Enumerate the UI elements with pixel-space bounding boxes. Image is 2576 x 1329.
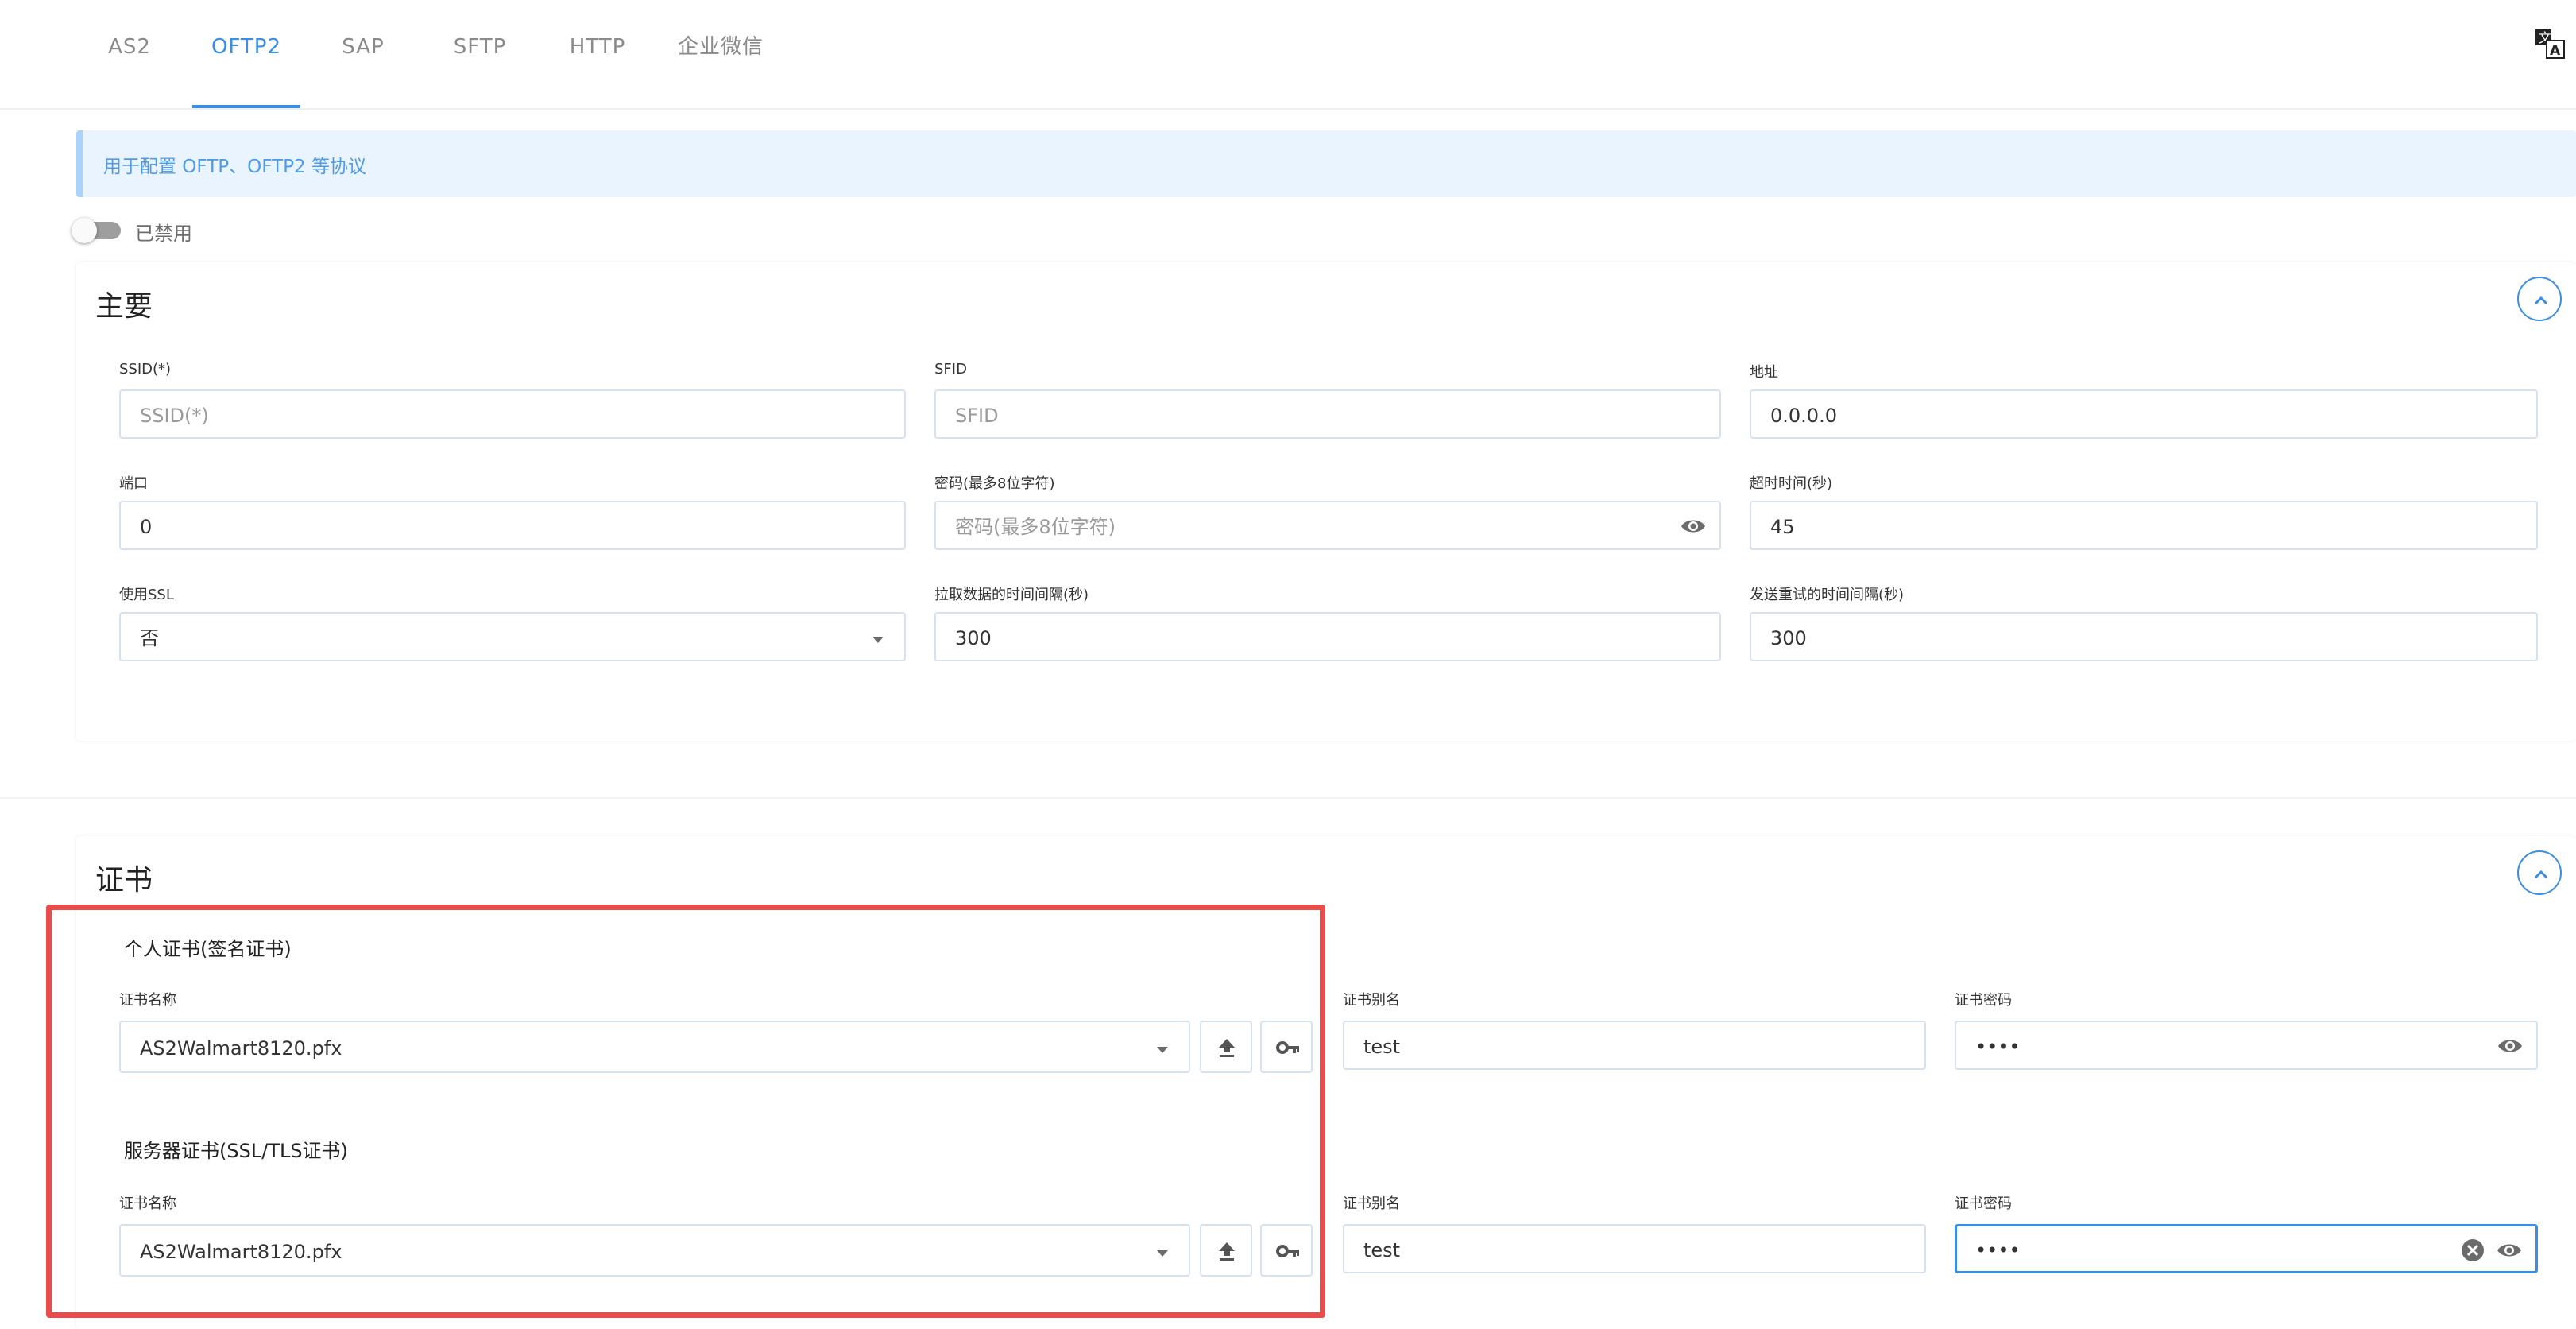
server-cert-password-label: 证书密码 xyxy=(1955,1195,2012,1212)
personal-cert-alias-input[interactable]: test xyxy=(1343,1021,1926,1070)
sfid-placeholder: SFID xyxy=(955,405,999,427)
personal-cert-alias-value: test xyxy=(1363,1036,1401,1058)
tab-sftp[interactable]: SFTP xyxy=(437,0,523,94)
address-input[interactable]: 0.0.0.0 xyxy=(1750,389,2538,439)
tab-oftp2[interactable]: OFTP2 xyxy=(200,0,292,94)
info-banner-text: 用于配置 OFTP、OFTP2 等协议 xyxy=(103,157,366,177)
password-label: 密码(最多8位字符) xyxy=(934,475,1055,492)
retry-interval-label: 发送重试的时间间隔(秒) xyxy=(1750,587,1905,603)
clear-icon[interactable] xyxy=(2461,1238,2485,1262)
caret-down-icon xyxy=(871,633,885,643)
translate-icon[interactable]: 文 A xyxy=(2535,29,2565,59)
eye-icon[interactable] xyxy=(1680,515,1707,537)
main-section-collapse-button[interactable] xyxy=(2517,277,2562,321)
personal-cert-password-input[interactable]: •••• xyxy=(1955,1021,2538,1070)
main-section-title: 主要 xyxy=(95,290,153,323)
personal-cert-alias-label: 证书别名 xyxy=(1343,992,1400,1009)
fetch-interval-value: 300 xyxy=(955,627,992,649)
retry-interval-value: 300 xyxy=(1770,627,1807,649)
tab-http[interactable]: HTTP xyxy=(556,0,639,94)
port-value: 0 xyxy=(140,516,153,538)
sfid-label: SFID xyxy=(934,361,967,378)
personal-cert-password-value: •••• xyxy=(1975,1036,2021,1058)
enable-toggle[interactable] xyxy=(72,218,97,243)
use-ssl-value: 否 xyxy=(140,627,159,649)
active-tab-indicator xyxy=(192,105,300,108)
server-cert-alias-label: 证书别名 xyxy=(1343,1195,1400,1212)
port-input[interactable]: 0 xyxy=(119,501,906,550)
section-divider xyxy=(0,797,2576,799)
highlight-frame xyxy=(46,905,1325,1318)
server-cert-password-input[interactable]: •••• xyxy=(1955,1224,2538,1273)
timeout-value: 45 xyxy=(1770,516,1795,538)
use-ssl-label: 使用SSL xyxy=(119,587,174,603)
password-input[interactable]: 密码(最多8位字符) xyxy=(934,501,1721,550)
server-cert-alias-input[interactable]: test xyxy=(1343,1224,1926,1273)
sfid-input[interactable]: SFID xyxy=(934,389,1721,439)
server-cert-alias-value: test xyxy=(1363,1239,1401,1261)
address-label: 地址 xyxy=(1750,364,1778,381)
eye-icon[interactable] xyxy=(2496,1239,2523,1261)
tab-as2[interactable]: AS2 xyxy=(97,0,162,94)
tab-sap[interactable]: SAP xyxy=(327,0,399,94)
tab-wecom[interactable]: 企业微信 xyxy=(672,0,769,94)
chevron-up-icon xyxy=(2534,296,2548,305)
fetch-interval-input[interactable]: 300 xyxy=(934,612,1721,661)
port-label: 端口 xyxy=(119,475,148,492)
fetch-interval-label: 拉取数据的时间间隔(秒) xyxy=(934,587,1089,603)
timeout-input[interactable]: 45 xyxy=(1750,501,2538,550)
server-cert-password-value: •••• xyxy=(1975,1239,2021,1261)
password-placeholder: 密码(最多8位字符) xyxy=(955,516,1116,538)
ssid-placeholder: SSID(*) xyxy=(140,405,209,427)
enable-toggle-label: 已禁用 xyxy=(135,223,192,245)
timeout-label: 超时时间(秒) xyxy=(1750,475,1833,492)
svg-text:A: A xyxy=(2550,43,2561,59)
address-value: 0.0.0.0 xyxy=(1770,405,1837,427)
cert-section-title: 证书 xyxy=(95,864,153,897)
chevron-up-icon xyxy=(2534,870,2548,879)
info-banner xyxy=(76,130,2576,197)
ssid-label: SSID(*) xyxy=(119,361,172,378)
personal-cert-password-label: 证书密码 xyxy=(1955,992,2012,1009)
use-ssl-select[interactable]: 否 xyxy=(119,612,906,661)
ssid-input[interactable]: SSID(*) xyxy=(119,389,906,439)
cert-section-collapse-button[interactable] xyxy=(2517,850,2562,895)
eye-icon[interactable] xyxy=(2497,1035,2524,1057)
retry-interval-input[interactable]: 300 xyxy=(1750,612,2538,661)
